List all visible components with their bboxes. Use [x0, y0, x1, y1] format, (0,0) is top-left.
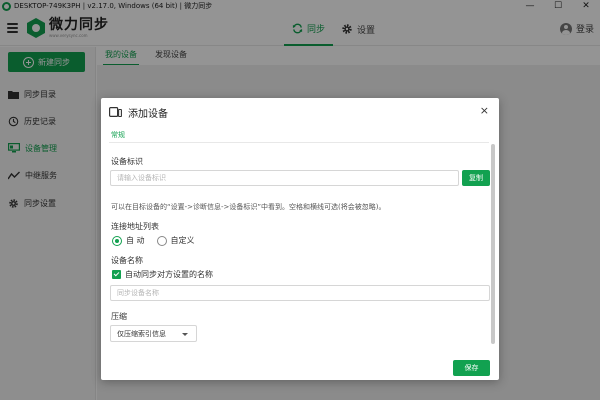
compression-label: 压缩: [111, 312, 127, 321]
auto-sync-name-checkbox[interactable]: 自动同步对方设置的名称: [112, 269, 213, 280]
radio-selected-icon: [112, 235, 122, 246]
radio-auto[interactable]: 自 动: [112, 235, 145, 246]
save-button[interactable]: 保存: [453, 360, 490, 376]
compression-select[interactable]: 仅压缩索引信息: [110, 325, 197, 342]
device-icon: [109, 107, 122, 117]
dialog-title: 添加设备: [128, 108, 168, 120]
device-id-hint: 可以在目标设备的“设置->诊断信息->设备标识”中看到。空格和横线可选(将会被忽…: [111, 203, 386, 211]
address-list-label: 连接地址列表: [111, 222, 159, 231]
device-name-input[interactable]: [110, 285, 490, 301]
tab-divider: [109, 142, 489, 143]
dialog-scrollbar[interactable]: [491, 144, 495, 344]
close-icon[interactable]: ×: [480, 105, 489, 117]
copy-button[interactable]: 复制: [462, 170, 490, 186]
device-id-input[interactable]: [110, 170, 459, 186]
compression-value: 仅压缩索引信息: [117, 329, 166, 338]
checkbox-checked-icon: [112, 270, 121, 279]
add-device-dialog: 添加设备 × 常规 设备标识 复制 可以在目标设备的“设置->诊断信息->设备标…: [101, 98, 499, 380]
dialog-header: 添加设备 ×: [101, 98, 499, 126]
device-id-label: 设备标识: [111, 157, 143, 166]
radio-custom-label: 自定义: [170, 236, 195, 245]
radio-unselected-icon: [156, 235, 167, 246]
address-radio-group: 自 动 自定义: [112, 235, 207, 246]
device-name-label: 设备名称: [111, 256, 143, 265]
auto-sync-name-label: 自动同步对方设置的名称: [125, 270, 213, 279]
radio-auto-label: 自 动: [126, 236, 145, 245]
radio-custom[interactable]: 自定义: [156, 235, 195, 246]
caret-down-icon: [182, 333, 188, 336]
